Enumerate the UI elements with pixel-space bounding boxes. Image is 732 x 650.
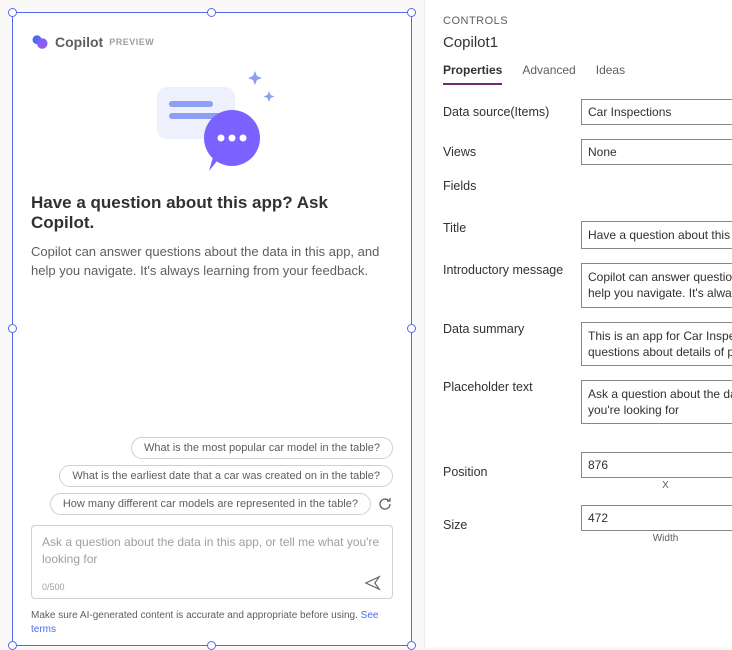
char-counter: 0/500: [42, 582, 65, 592]
summary-label: Data summary: [443, 322, 573, 336]
resize-handle[interactable]: [8, 324, 17, 333]
tab-advanced[interactable]: Advanced: [522, 63, 575, 85]
hero-illustration: [31, 51, 393, 193]
ai-disclaimer: Make sure AI-generated content is accura…: [31, 609, 393, 637]
resize-handle[interactable]: [407, 8, 416, 17]
placeholder-label: Placeholder text: [443, 380, 573, 394]
position-label: Position: [443, 465, 573, 479]
suggestion-chip[interactable]: What is the most popular car model in th…: [131, 437, 393, 459]
panel-tabs: Properties Advanced Ideas: [443, 63, 732, 85]
properties-panel: CONTROLS Copilot1 Properties Advanced Id…: [424, 0, 732, 647]
copilot-title: Have a question about this app? Ask Copi…: [31, 193, 393, 233]
copilot-intro: Copilot can answer questions about the d…: [31, 243, 393, 281]
datasource-dropdown[interactable]: Car Inspections: [581, 99, 732, 125]
copilot-logo-icon: [31, 33, 49, 51]
panel-header: CONTROLS: [443, 15, 508, 27]
resize-handle[interactable]: [8, 641, 17, 650]
resize-handle[interactable]: [407, 641, 416, 650]
views-label: Views: [443, 145, 573, 159]
copilot-control-selection[interactable]: Copilot PREVIEW Have a question about th…: [12, 12, 412, 646]
size-width-input[interactable]: [581, 505, 732, 531]
intro-input[interactable]: Copilot can answer questions about the d…: [581, 263, 732, 307]
placeholder-input[interactable]: Ask a question about the data in this ap…: [581, 380, 732, 424]
preview-badge: PREVIEW: [109, 37, 154, 47]
tab-ideas[interactable]: Ideas: [596, 63, 625, 85]
copilot-brand: Copilot: [55, 34, 103, 50]
size-label: Size: [443, 518, 573, 532]
position-x-input[interactable]: [581, 452, 732, 478]
send-icon[interactable]: [364, 574, 382, 592]
canvas-area: Copilot PREVIEW Have a question about th…: [0, 0, 424, 647]
resize-handle[interactable]: [207, 8, 216, 17]
title-label: Title: [443, 221, 573, 235]
fields-label: Fields: [443, 179, 573, 193]
datasource-label: Data source(Items): [443, 105, 573, 119]
refresh-icon[interactable]: [377, 496, 393, 512]
resize-handle[interactable]: [407, 324, 416, 333]
views-dropdown[interactable]: None: [581, 139, 732, 165]
copilot-card: Copilot PREVIEW Have a question about th…: [13, 13, 411, 645]
prompt-placeholder: Ask a question about the data in this ap…: [42, 534, 382, 568]
prompt-input[interactable]: Ask a question about the data in this ap…: [31, 525, 393, 599]
suggestion-chip[interactable]: How many different car models are repres…: [50, 493, 371, 515]
suggestion-chip[interactable]: What is the earliest date that a car was…: [59, 465, 393, 487]
control-name: Copilot1: [443, 34, 732, 51]
summary-input[interactable]: This is an app for Car Inspections data.…: [581, 322, 732, 366]
resize-handle[interactable]: [207, 641, 216, 650]
intro-label: Introductory message: [443, 263, 573, 277]
title-input[interactable]: Have a question about this app? Ask Copi…: [581, 221, 732, 249]
resize-handle[interactable]: [8, 8, 17, 17]
tab-properties[interactable]: Properties: [443, 63, 502, 85]
